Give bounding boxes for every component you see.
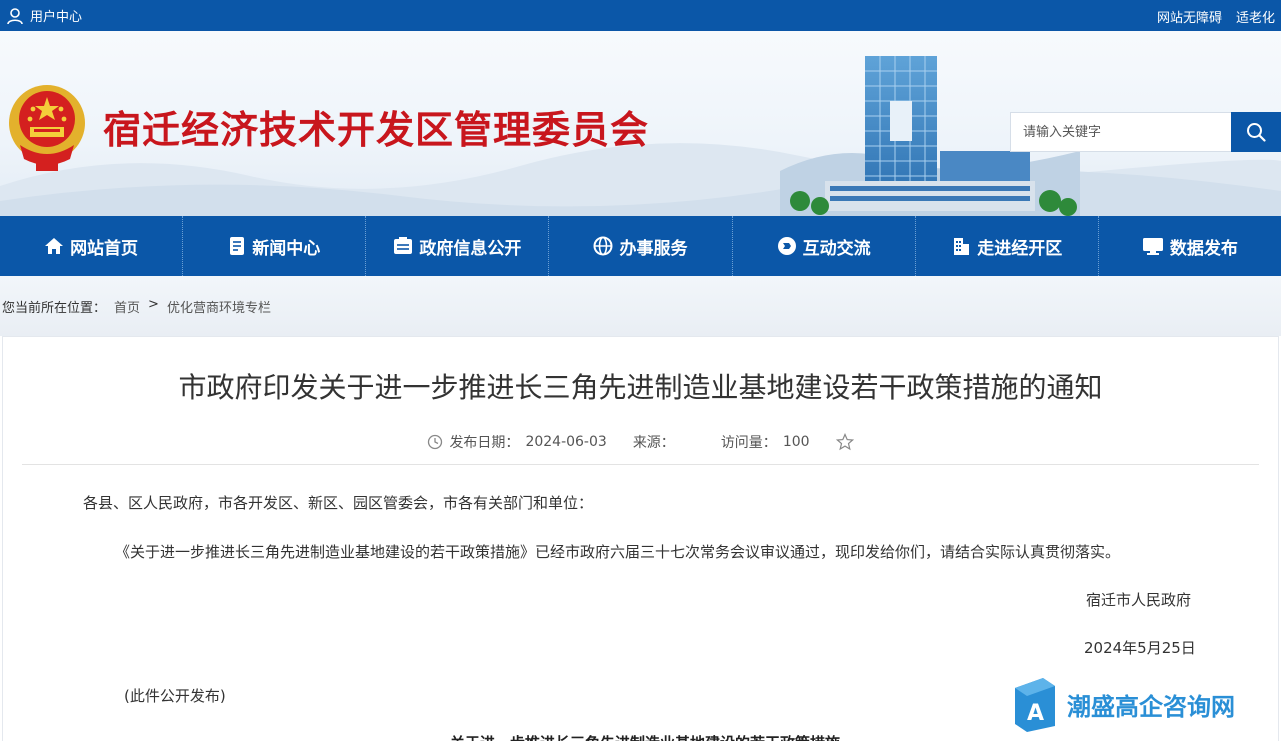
- nav-item-gov-info[interactable]: 政府信息公开: [366, 216, 550, 276]
- nav-item-interaction[interactable]: 互动交流: [733, 216, 916, 276]
- publish-date-label: 发布日期：: [449, 435, 520, 451]
- article-signer: 宿迁市人民政府: [1086, 591, 1192, 609]
- nav-item-label: 办事服务: [619, 238, 688, 259]
- nav-item-news[interactable]: 新闻中心: [183, 216, 367, 276]
- meta-divider: [22, 464, 1259, 465]
- national-emblem-icon: [9, 85, 85, 171]
- top-bar: 用户中心 网站无障碍 适老化: [0, 0, 1281, 31]
- clock-icon: [428, 434, 443, 450]
- visits-label: 访问量：: [720, 435, 777, 451]
- svg-text:A: A: [1027, 701, 1044, 726]
- visits-count: 100: [782, 434, 810, 450]
- building-icon: [954, 238, 970, 255]
- nav-item-home[interactable]: 网站首页: [0, 216, 184, 276]
- publish-date-value: 2024-06-03: [525, 434, 607, 450]
- accessibility-link[interactable]: 网站无障碍: [1157, 7, 1222, 26]
- article-sign-date: 2024年5月25日: [1084, 639, 1196, 657]
- news-icon: [230, 237, 245, 255]
- elderly-mode-link[interactable]: 适老化: [1236, 7, 1275, 26]
- search-box: [1010, 112, 1281, 152]
- search-button[interactable]: [1231, 112, 1281, 152]
- chat-icon: [777, 237, 796, 255]
- search-input[interactable]: [1010, 112, 1231, 152]
- site-header: 宿迁经济技术开发区管理委员会: [0, 31, 1281, 216]
- monitor-icon: [1142, 238, 1163, 255]
- nav-item-data[interactable]: 数据发布: [1099, 216, 1281, 276]
- watermark-text: 潮盛高企咨询网: [1067, 691, 1235, 721]
- user-icon: [7, 7, 23, 24]
- article-salutation: 各县、区人民政府，市各开发区、新区、园区管委会，市各有关部门和单位：: [83, 494, 594, 512]
- nav-item-label: 数据发布: [1169, 238, 1238, 259]
- article-body: 《关于进一步推进长三角先进制造业基地建设的若干政策措施》已经市政府六届三十七次常…: [115, 543, 1121, 561]
- home-icon: [45, 238, 64, 254]
- watermark-logo-icon: A: [1015, 678, 1055, 732]
- nav-item-about[interactable]: 走进经开区: [916, 216, 1099, 276]
- user-center-label: 用户中心: [30, 10, 83, 25]
- favorite-star-icon[interactable]: [835, 433, 854, 451]
- user-center-link[interactable]: 用户中心: [6, 6, 82, 25]
- watermark: A 潮盛高企咨询网: [1013, 676, 1235, 732]
- nav-item-label: 政府信息公开: [419, 238, 522, 259]
- nav-item-services[interactable]: 办事服务: [549, 216, 733, 276]
- article-title: 市政府印发关于进一步推进长三角先进制造业基地建设若干政策措施的通知: [178, 371, 1103, 404]
- source-label: 来源：: [632, 435, 675, 451]
- article-meta: 发布日期： 2024-06-03 来源： 访问量： 100: [0, 432, 1281, 452]
- breadcrumb: 您当前所在位置： 首页 > 优化营商环境专栏: [2, 297, 271, 316]
- attachment-title: 关于进一步推进长三角先进制造业基地建设的若干政策措施: [450, 732, 840, 741]
- breadcrumb-home-link[interactable]: 首页: [114, 297, 140, 316]
- nav-item-label: 互动交流: [802, 238, 871, 259]
- nav-item-label: 新闻中心: [252, 238, 321, 259]
- breadcrumb-current-link[interactable]: 优化营商环境专栏: [167, 297, 271, 316]
- site-title: 宿迁经济技术开发区管理委员会: [103, 108, 650, 152]
- article-disclosure: (此件公开发布): [124, 687, 226, 705]
- info-icon: [394, 237, 413, 254]
- nav-item-label: 网站首页: [70, 238, 139, 259]
- search-icon: [1247, 123, 1266, 142]
- nav-item-label: 走进经开区: [977, 238, 1063, 259]
- breadcrumb-separator: >: [148, 297, 159, 312]
- breadcrumb-prefix: 您当前所在位置：: [2, 301, 107, 316]
- globe-icon: [593, 236, 613, 256]
- main-nav: 网站首页 新闻中心 政府信息公开 办事服务 互动交流 走进经开区 数据发布: [0, 216, 1281, 276]
